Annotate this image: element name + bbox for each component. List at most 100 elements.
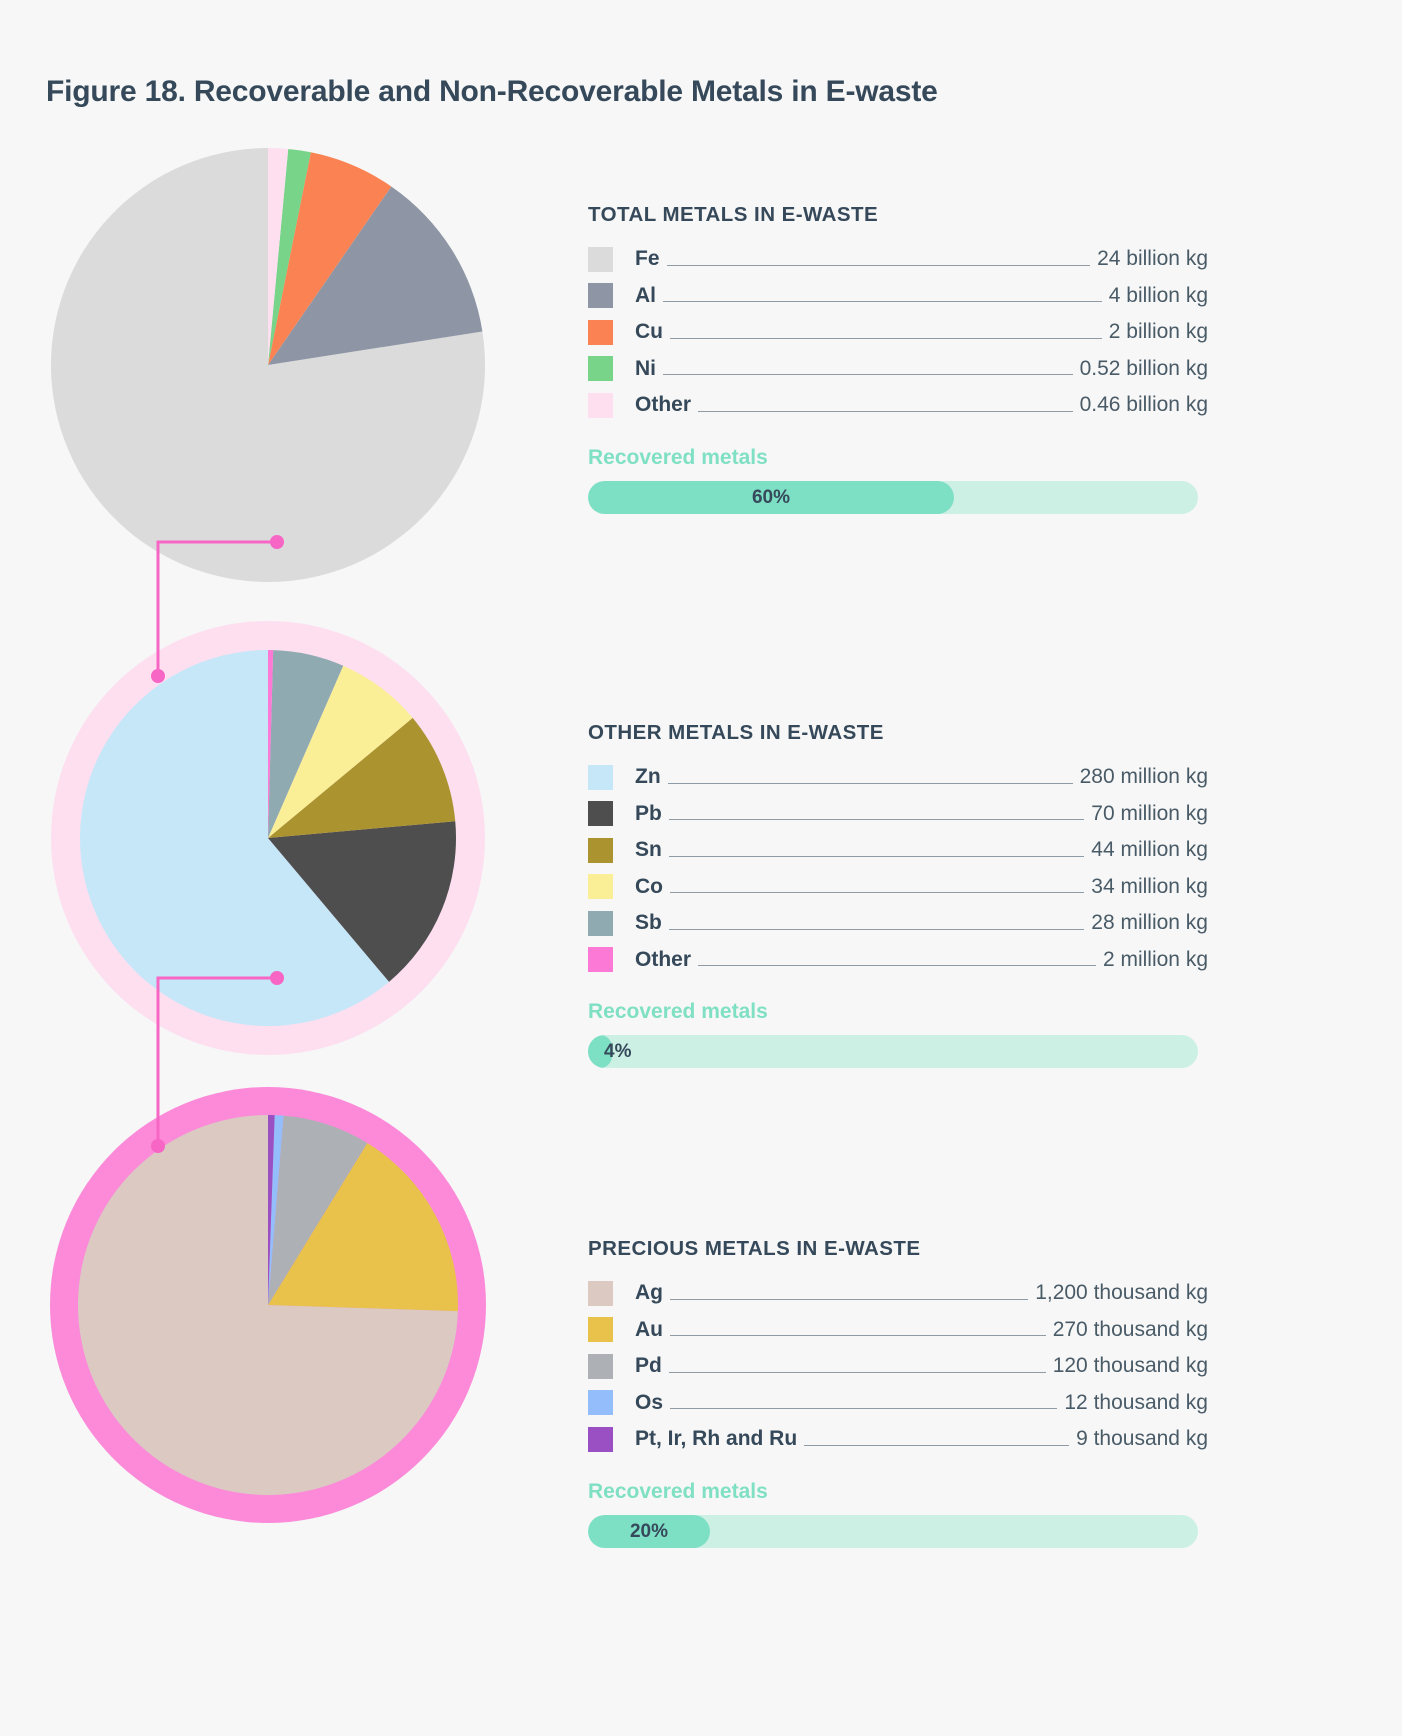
legend-block-total-metals: TOTAL METALS IN E-WASTE Fe 24 billion kg A…: [588, 203, 1208, 514]
pie-outer-ring: [51, 621, 485, 1055]
callout-connector-line: [156, 976, 277, 1146]
legend-row: Sn 44 million kg: [588, 832, 1208, 869]
legend-row: Pt, Ir, Rh and Ru 9 thousand kg: [588, 1421, 1208, 1458]
legend-item-value: 2 billion kg: [1108, 320, 1208, 344]
legend-item-value: 0.46 billion kg: [1079, 393, 1208, 417]
legend-item-label: Sn: [635, 838, 662, 862]
legend-color-swatch: [588, 1353, 613, 1379]
legend-item-label: Ni: [635, 356, 656, 380]
pie-slice: [268, 717, 456, 838]
legend-leader-line: [668, 1371, 1046, 1373]
legend-item-label: Pd: [635, 1354, 662, 1378]
legend-leader-line: [667, 782, 1073, 784]
recovered-metals-bar: 60%: [588, 480, 1198, 514]
callout-dot: [270, 535, 284, 549]
pie-slice: [268, 186, 483, 365]
legend-list: Zn 280 million kg Pb 70 million kg Sn 44 mill…: [588, 759, 1208, 978]
pie-slice: [268, 650, 274, 838]
pie-slice: [268, 1115, 368, 1305]
legend-item-label: Ag: [635, 1281, 663, 1305]
legend-item-label: Cu: [635, 320, 663, 344]
pie-slice: [79, 650, 390, 1026]
legend-item-value: 12 thousand kg: [1064, 1390, 1208, 1414]
pie-slice: [268, 148, 289, 365]
legend-leader-line: [666, 264, 1091, 266]
pie-slice: [77, 1115, 458, 1496]
legend-color-swatch: [588, 910, 613, 936]
legend-color-swatch: [588, 392, 613, 418]
legend-row: Ag 1,200 thousand kg: [588, 1275, 1208, 1312]
legend-row: Pb 70 million kg: [588, 796, 1208, 833]
block-title: TOTAL METALS IN E-WASTE: [588, 203, 879, 226]
legend-item-label: Pb: [635, 801, 662, 825]
block-title: PRECIOUS METALS IN E-WASTE: [588, 1237, 921, 1260]
legend-color-swatch: [588, 947, 613, 973]
legend-color-swatch: [588, 1280, 613, 1306]
legend-leader-line: [670, 1335, 1046, 1337]
recovered-metals-bar-value: 60%: [751, 486, 791, 508]
legend-row: Other 0.46 billion kg: [588, 387, 1208, 424]
legend-item-value: 120 thousand kg: [1052, 1354, 1208, 1378]
legend-item-label: Pt, Ir, Rh and Ru: [635, 1427, 798, 1451]
legend-item-value: 270 thousand kg: [1052, 1317, 1208, 1341]
pie-slice: [268, 148, 311, 365]
legend-item-value: 280 million kg: [1079, 765, 1208, 789]
legend-item-value: 34 million kg: [1091, 874, 1208, 898]
pie-outer-ring: [50, 1087, 486, 1523]
legend-leader-line: [698, 965, 1096, 967]
legend-item-label: Co: [635, 874, 663, 898]
recovered-metals-bar: 4%: [588, 1035, 1198, 1068]
legend-row: Sb 28 million kg: [588, 905, 1208, 942]
legend-color-swatch: [588, 837, 613, 863]
pie-slice: [51, 147, 485, 582]
callout-dot: [270, 971, 284, 985]
legend-block-other-metals: OTHER METALS IN E-WASTE Zn 280 million kg…: [588, 721, 1208, 1068]
legend-color-swatch: [588, 319, 613, 345]
legend-item-value: 24 billion kg: [1097, 247, 1208, 271]
legend-item-label: Zn: [635, 765, 661, 789]
recovered-metals-bar-value: 4%: [604, 1041, 632, 1062]
legend-item-value: 2 million kg: [1102, 947, 1208, 971]
legend-item-value: 70 million kg: [1091, 801, 1208, 825]
callout-dot: [151, 669, 165, 683]
legend-row: Other 2 million kg: [588, 942, 1208, 979]
legend-item-value: 28 million kg: [1091, 911, 1208, 935]
legend-color-swatch: [588, 283, 613, 309]
legend-list: Fe 24 billion kg Al 4 billion kg Cu 2 billion…: [588, 241, 1208, 424]
pie-slice: [268, 650, 344, 838]
legend-leader-line: [668, 855, 1085, 857]
legend-row: Cu 2 billion kg: [588, 314, 1208, 351]
legend-item-label: Al: [635, 283, 656, 307]
recovered-metals-label: Recovered metals: [588, 1479, 768, 1503]
legend-leader-line: [670, 1408, 1058, 1410]
legend-row: Co 34 million kg: [588, 869, 1208, 906]
legend-color-swatch: [588, 874, 613, 900]
legend-color-swatch: [588, 1390, 613, 1416]
callout-connector-line: [156, 540, 277, 676]
legend-leader-line: [663, 301, 1102, 303]
legend-item-value: 4 billion kg: [1108, 283, 1208, 307]
recovered-metals-bar-value: 20%: [629, 1520, 669, 1542]
legend-row: Ni 0.52 billion kg: [588, 351, 1208, 388]
legend-item-label: Other: [635, 393, 692, 417]
legend-item-label: Os: [635, 1390, 664, 1414]
legend-block-precious-metals: PRECIOUS METALS IN E-WASTE Ag 1,200 thous…: [588, 1237, 1208, 1548]
block-title: OTHER METALS IN E-WASTE: [588, 721, 884, 744]
legend-leader-line: [670, 337, 1102, 339]
legend-row: Pd 120 thousand kg: [588, 1348, 1208, 1385]
pie-slice: [268, 152, 392, 365]
legend-row: Os 12 thousand kg: [588, 1385, 1208, 1422]
legend-color-swatch: [588, 801, 613, 827]
legend-item-value: 0.52 billion kg: [1079, 356, 1208, 380]
legend-row: Zn 280 million kg: [588, 759, 1208, 796]
pie-slice: [268, 665, 413, 838]
legend-leader-line: [668, 928, 1085, 930]
recovered-metals-label: Recovered metals: [588, 445, 768, 469]
legend-leader-line: [804, 1444, 1070, 1446]
page-title: Figure 18. Recoverable and Non-Recoverab…: [46, 75, 938, 108]
legend-row: Au 270 thousand kg: [588, 1312, 1208, 1349]
legend-item-value: 44 million kg: [1091, 838, 1208, 862]
legend-item-value: 9 thousand kg: [1076, 1427, 1208, 1451]
legend-leader-line: [698, 410, 1073, 412]
recovered-metals-bar: 20%: [588, 1514, 1198, 1548]
